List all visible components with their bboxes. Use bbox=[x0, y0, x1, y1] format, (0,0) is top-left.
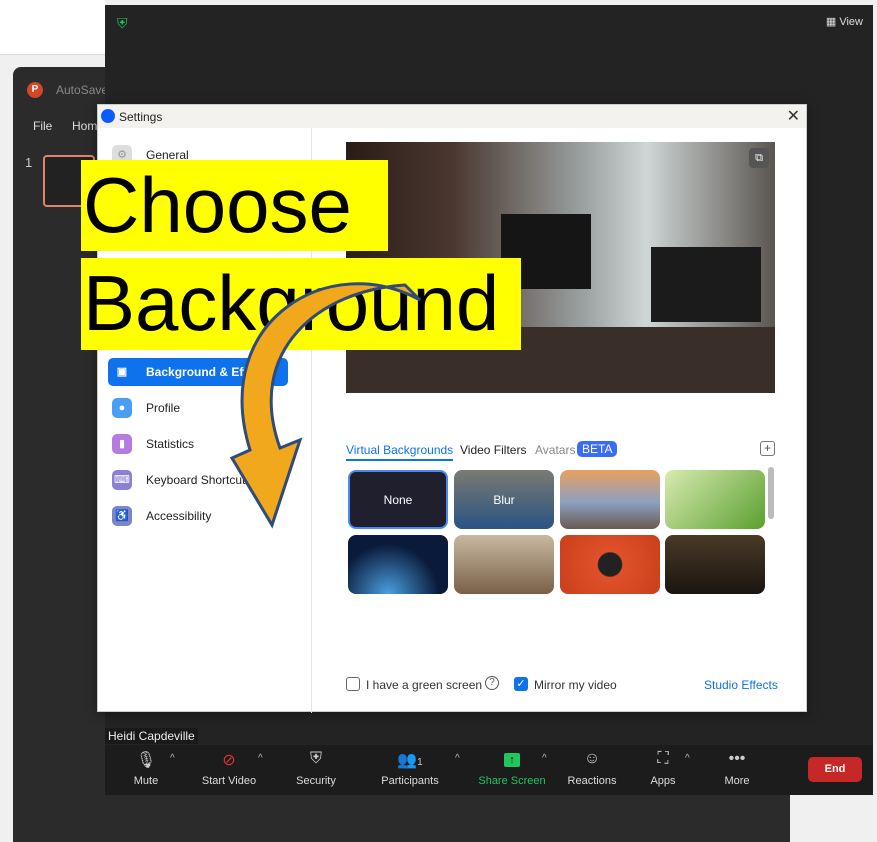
reactions-icon[interactable]: ☺ bbox=[552, 750, 632, 768]
participant-count: 1 bbox=[417, 757, 423, 768]
share-screen-button[interactable]: Share Screen bbox=[472, 775, 552, 787]
video-caret-icon[interactable]: ^ bbox=[258, 753, 263, 764]
security-button[interactable]: Security bbox=[276, 775, 356, 787]
participants-icon[interactable]: 👥1 bbox=[370, 750, 450, 770]
participants-button[interactable]: Participants bbox=[370, 775, 450, 787]
security-shield-icon[interactable]: ⛨ bbox=[276, 750, 356, 768]
apps-button[interactable]: Apps bbox=[623, 775, 703, 787]
participants-caret-icon[interactable]: ^ bbox=[455, 753, 460, 764]
curved-arrow-icon bbox=[229, 282, 422, 529]
meeting-toolbar: 🎙 ^ Mute ⊘ ^ Start Video ⛨ Security 👥1 ^ Pa… bbox=[105, 745, 873, 795]
mute-caret-icon[interactable]: ^ bbox=[170, 753, 175, 764]
apps-caret-icon[interactable]: ^ bbox=[685, 753, 690, 764]
more-icon[interactable]: ••• bbox=[697, 750, 777, 768]
video-off-icon[interactable]: ⊘ bbox=[189, 750, 269, 770]
share-caret-icon[interactable]: ^ bbox=[542, 753, 547, 764]
mute-button[interactable]: Mute bbox=[106, 775, 186, 787]
participant-name-tag: Heidi Capdeville bbox=[105, 728, 198, 744]
share-screen-icon[interactable]: ↑ bbox=[472, 750, 552, 768]
more-button[interactable]: More bbox=[697, 775, 777, 787]
reactions-button[interactable]: Reactions bbox=[552, 775, 632, 787]
annotation-arrow bbox=[229, 282, 422, 529]
start-video-button[interactable]: Start Video bbox=[189, 775, 269, 787]
apps-icon[interactable]: ⛶ bbox=[623, 750, 703, 768]
end-button[interactable]: End bbox=[808, 757, 862, 782]
